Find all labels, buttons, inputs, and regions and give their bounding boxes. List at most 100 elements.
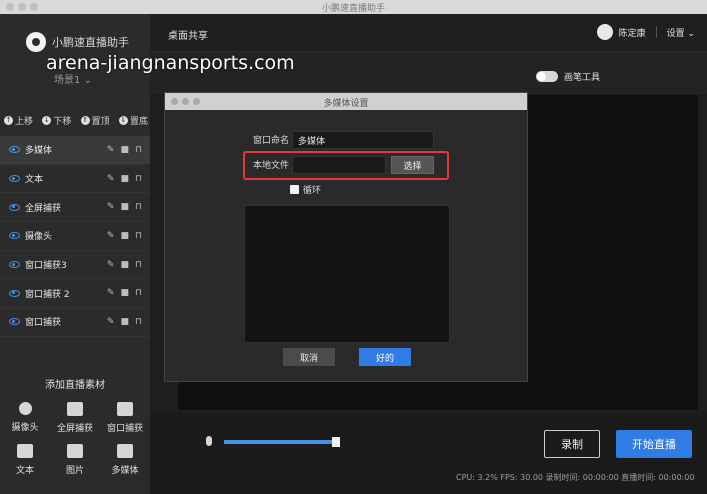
source-item[interactable]: 摄像头 ✎ ■ ⊓ <box>0 222 150 251</box>
eye-icon[interactable] <box>9 289 20 297</box>
eye-icon[interactable] <box>9 318 20 326</box>
trash-icon[interactable]: ■ <box>120 202 129 212</box>
local-file-label: 本地文件 <box>253 161 290 171</box>
source-item[interactable]: 文本 ✎ ■ ⊓ <box>0 165 150 194</box>
up-arrow-icon: ↑ <box>4 116 13 125</box>
move-top-button[interactable]: ⇑ 置顶 <box>80 114 110 127</box>
source-item[interactable]: 窗口捕获3 ✎ ■ ⊓ <box>0 251 150 280</box>
window-titlebar: 小鹏速直播助手 <box>0 0 707 14</box>
add-materials-title: 添加直播素材 <box>45 380 105 391</box>
lock-icon[interactable]: ⊓ <box>135 231 142 241</box>
materials-grid: 摄像头 全屏捕获 窗口捕获 文本 图片 多媒体 <box>0 402 150 476</box>
image-icon <box>67 444 83 458</box>
move-up-button[interactable]: ↑ 上移 <box>4 114 33 127</box>
add-image-button[interactable]: 图片 <box>50 444 100 476</box>
edit-icon[interactable]: ✎ <box>107 145 115 155</box>
settings-menu[interactable]: 设置 ⌄ <box>667 26 695 39</box>
source-toolbar: ↑ 上移 ↓ 下移 ⇑ 置顶 ⇓ 置底 <box>4 114 148 127</box>
dialog-title: 多媒体设置 <box>323 99 369 109</box>
trash-icon[interactable]: ■ <box>120 317 129 327</box>
edit-icon[interactable]: ✎ <box>107 260 115 270</box>
watermark-text: arena-jiangnansports.com <box>46 52 295 74</box>
eye-icon[interactable] <box>9 203 20 211</box>
lock-icon[interactable]: ⊓ <box>135 202 142 212</box>
media-icon <box>117 444 133 458</box>
source-label: 多媒体 <box>25 146 53 157</box>
trash-icon[interactable]: ■ <box>120 288 129 298</box>
eye-icon[interactable] <box>9 146 20 154</box>
add-media-button[interactable]: 多媒体 <box>100 444 150 476</box>
pin-bottom-icon: ⇓ <box>118 116 128 125</box>
media-settings-dialog: 多媒体设置 窗口命名 本地文件 选择 循环 取消 好的 <box>164 92 528 382</box>
microphone-icon[interactable] <box>206 436 212 446</box>
eye-icon[interactable] <box>9 261 20 269</box>
trash-icon[interactable]: ■ <box>120 174 129 184</box>
trash-icon[interactable]: ■ <box>120 231 129 241</box>
source-item[interactable]: 多媒体 ✎ ■ ⊓ <box>0 136 150 165</box>
source-label: 窗口捕获 <box>25 318 62 329</box>
down-arrow-icon: ↓ <box>42 116 52 125</box>
edit-icon[interactable]: ✎ <box>107 288 115 298</box>
lock-icon[interactable]: ⊓ <box>135 174 142 184</box>
lock-icon[interactable]: ⊓ <box>135 260 142 270</box>
source-item[interactable]: 窗口捕获 2 ✎ ■ ⊓ <box>0 279 150 309</box>
pin-top-icon: ⇑ <box>80 116 90 125</box>
eye-icon[interactable] <box>9 175 20 183</box>
cancel-button[interactable]: 取消 <box>283 348 335 366</box>
pen-tool-toggle[interactable] <box>536 71 558 82</box>
start-live-button[interactable]: 开始直播 <box>616 430 692 458</box>
source-label: 窗口捕获 2 <box>25 289 70 300</box>
volume-slider-handle[interactable] <box>332 437 340 447</box>
camera-icon <box>18 402 32 415</box>
edit-icon[interactable]: ✎ <box>107 202 115 212</box>
add-text-button[interactable]: 文本 <box>0 444 50 476</box>
trash-icon[interactable]: ■ <box>120 260 129 270</box>
pen-tool-label: 画笔工具 <box>564 73 601 83</box>
source-item[interactable]: 窗口捕获 ✎ ■ ⊓ <box>0 308 150 337</box>
divider <box>655 26 657 38</box>
source-label: 文本 <box>25 175 44 186</box>
bottom-bar: 录制 开始直播 CPU: 3.2% FPS: 30.00 录制时间: 00:00… <box>150 412 707 494</box>
source-item[interactable]: 全屏捕获 ✎ ■ ⊓ <box>0 193 150 223</box>
volume-slider-track[interactable] <box>224 440 334 444</box>
user-area: 陈定康 设置 ⌄ <box>596 24 695 40</box>
add-camera-button[interactable]: 摄像头 <box>0 402 50 434</box>
move-bottom-button[interactable]: ⇓ 置底 <box>118 114 148 127</box>
status-bar: CPU: 3.2% FPS: 30.00 录制时间: 00:00:00 直播时间… <box>456 473 695 482</box>
edit-icon[interactable]: ✎ <box>107 174 115 184</box>
eye-icon[interactable] <box>9 232 20 240</box>
edit-icon[interactable]: ✎ <box>107 231 115 241</box>
move-down-button[interactable]: ↓ 下移 <box>42 114 71 127</box>
avatar[interactable] <box>596 24 613 40</box>
edit-icon[interactable]: ✎ <box>107 317 115 327</box>
tab-desktop-share[interactable]: 桌面共享 <box>168 27 208 42</box>
brand: 小鹏速直播助手 <box>26 32 129 52</box>
loop-label: 循环 <box>303 186 322 196</box>
record-button[interactable]: 录制 <box>544 430 600 458</box>
local-file-input[interactable] <box>292 156 386 174</box>
lock-icon[interactable]: ⊓ <box>135 288 142 298</box>
pen-tool: 画笔工具 <box>536 70 600 83</box>
source-label: 摄像头 <box>25 232 53 243</box>
top-bar: 桌面共享 陈定康 设置 ⌄ <box>150 14 707 52</box>
source-label: 全屏捕获 <box>25 203 62 214</box>
dialog-header: 多媒体设置 <box>165 93 527 110</box>
lock-icon[interactable]: ⊓ <box>135 317 142 327</box>
window-name-label: 窗口命名 <box>253 136 290 146</box>
source-list: 多媒体 ✎ ■ ⊓ 文本 ✎ ■ ⊓ 全屏捕获 ✎ ■ ⊓ 摄像头 ✎ ■ ⊓ 窗口捕获3 ✎ ■… <box>0 136 150 337</box>
window-title: 小鹏速直播助手 <box>321 4 385 14</box>
loop-option[interactable]: 循环 <box>290 183 321 196</box>
choose-file-button[interactable]: 选择 <box>391 156 434 174</box>
window-icon <box>117 402 133 416</box>
add-fullscreen-button[interactable]: 全屏捕获 <box>50 402 100 434</box>
loop-checkbox[interactable] <box>290 185 299 194</box>
lock-icon[interactable]: ⊓ <box>135 145 142 155</box>
text-icon <box>17 444 33 458</box>
ok-button[interactable]: 好的 <box>359 348 411 366</box>
monitor-icon <box>67 402 83 416</box>
trash-icon[interactable]: ■ <box>120 145 129 155</box>
add-window-button[interactable]: 窗口捕获 <box>100 402 150 434</box>
source-label: 窗口捕获3 <box>25 261 67 272</box>
user-name[interactable]: 陈定康 <box>619 26 646 39</box>
window-name-input[interactable] <box>292 131 434 149</box>
